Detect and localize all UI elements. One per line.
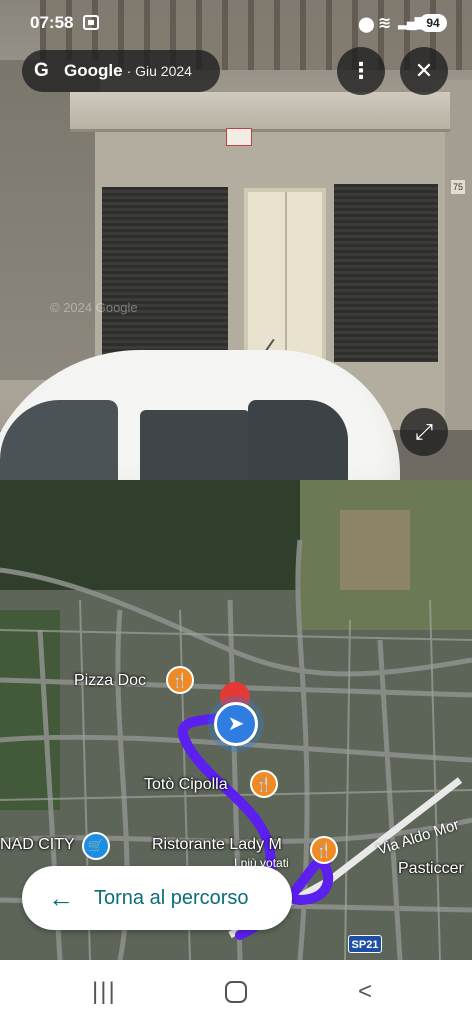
restaurant-icon[interactable]: 🍴 [310, 836, 338, 864]
shutter [334, 184, 438, 362]
battery-icon: 94 [419, 14, 447, 32]
home-icon[interactable] [225, 981, 247, 1003]
navigation-arrow-icon[interactable]: ➤ [214, 702, 258, 746]
more-options-button[interactable]: ⋮ [337, 47, 385, 95]
screen-cast-icon [83, 15, 99, 30]
restaurant-icon[interactable]: 🍴 [250, 770, 278, 798]
poi-label[interactable]: Totò Cipolla [144, 776, 228, 794]
shutter [102, 187, 228, 365]
more-vert-icon: ⋮ [350, 58, 372, 83]
close-icon: ✕ [414, 58, 434, 83]
shop-cornice [70, 92, 450, 132]
google-watermark: © 2024 Google [50, 300, 138, 315]
back-icon[interactable]: < [358, 978, 372, 1006]
poi-label[interactable]: Pasticcer [398, 860, 464, 878]
back-to-route-label: Torna al percorso [94, 886, 249, 909]
wifi-icon: ≋ [378, 15, 392, 32]
for-rent-sign [226, 128, 252, 146]
poi-label[interactable]: NAD CITY [0, 836, 75, 854]
road-shield: SP21 [348, 935, 382, 953]
shopping-cart-icon[interactable]: 🛒 [82, 832, 110, 860]
arrow-left-icon: ← [48, 882, 74, 913]
expand-icon: ⤢ [415, 419, 433, 444]
google-g-icon: G [34, 60, 49, 81]
car-window [140, 410, 250, 480]
house-number: 75 [451, 180, 465, 194]
brand-label: Google [64, 61, 123, 80]
car-window [248, 400, 348, 480]
imagery-info-pill[interactable]: G Google · Giu 2024 [22, 50, 220, 92]
location-icon: ⬤ [358, 16, 375, 33]
system-nav-bar: ||| < [0, 960, 472, 1024]
restaurant-icon[interactable]: 🍴 [166, 666, 194, 694]
recent-apps-icon[interactable]: ||| [92, 978, 117, 1006]
expand-button[interactable]: ⤢ [400, 408, 448, 456]
poi-label[interactable]: Ristorante Lady M [152, 836, 282, 854]
status-bar: 07:58 ⬤ ≋ ▂▄▆ 94 [0, 0, 472, 46]
poi-label[interactable]: Pizza Doc [74, 672, 146, 690]
back-to-route-button[interactable]: ← Torna al percorso [22, 866, 292, 930]
close-button[interactable]: ✕ [400, 47, 448, 95]
status-time: 07:58 [30, 13, 74, 32]
capture-date: · Giu 2024 [126, 63, 192, 79]
